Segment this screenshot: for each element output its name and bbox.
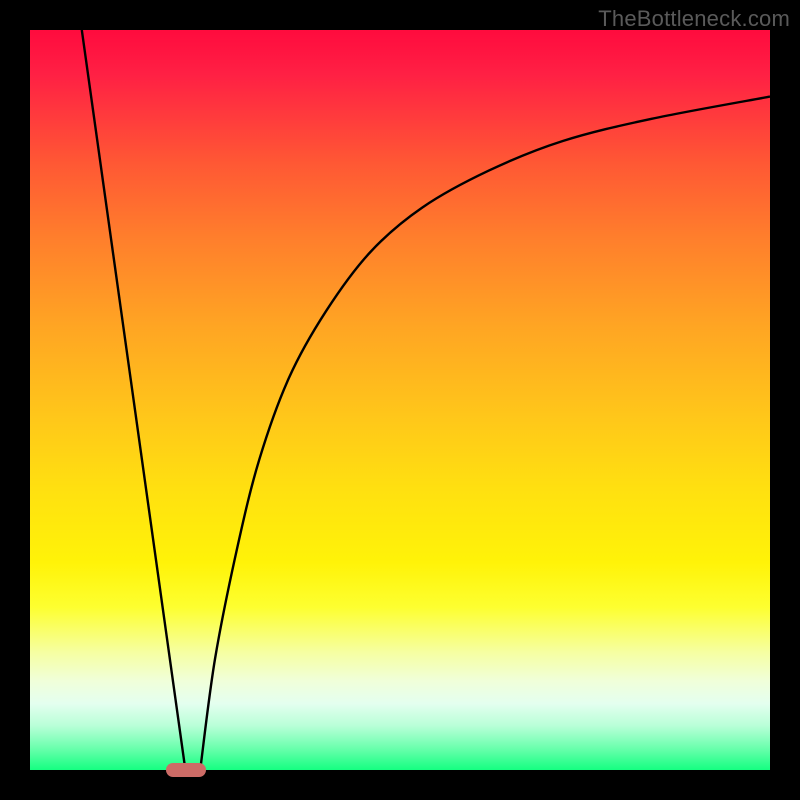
plot-area bbox=[30, 30, 770, 770]
bottleneck-marker bbox=[166, 763, 206, 777]
chart-frame: TheBottleneck.com bbox=[0, 0, 800, 800]
watermark-text: TheBottleneck.com bbox=[598, 6, 790, 32]
curve-layer bbox=[30, 30, 770, 770]
left-line bbox=[82, 30, 186, 770]
right-curve bbox=[200, 97, 770, 770]
